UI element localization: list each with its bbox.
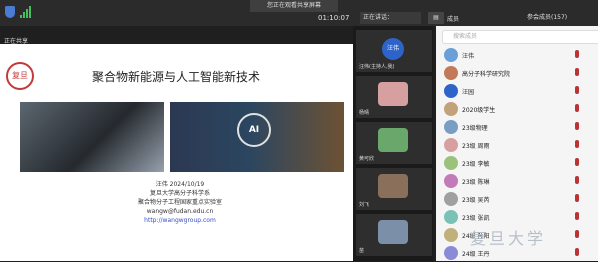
member-name: 23级 周雨 bbox=[462, 143, 490, 150]
avatar bbox=[444, 156, 458, 170]
tile-label: 刘飞 bbox=[359, 202, 370, 208]
list-item[interactable]: 高分子科学研究院 bbox=[436, 64, 598, 82]
list-item[interactable]: 2020级学生 bbox=[436, 100, 598, 118]
video-column: 汪伟 汪伟(主持人,我) 杨晴 黄可欣 刘飞 苗 bbox=[353, 26, 433, 261]
list-item[interactable]: 23级 陈琳 bbox=[436, 172, 598, 190]
share-banner: 您正在观看共享屏幕 bbox=[250, 0, 338, 12]
list-item[interactable]: 23级 周雨 bbox=[436, 136, 598, 154]
video-tile[interactable]: 汪伟 汪伟(主持人,我) bbox=[356, 30, 432, 72]
avatar bbox=[444, 84, 458, 98]
mic-muted-icon[interactable] bbox=[575, 230, 579, 238]
member-name: 汪伟 bbox=[462, 53, 475, 60]
member-name: 24级 王丹 bbox=[462, 251, 490, 258]
avatar bbox=[444, 120, 458, 134]
video-tile[interactable]: 苗 bbox=[356, 214, 432, 256]
mic-muted-icon[interactable] bbox=[575, 104, 579, 112]
list-item[interactable]: 汪园 bbox=[436, 82, 598, 100]
mic-muted-icon[interactable] bbox=[575, 68, 579, 76]
tile-label: 汪伟(主持人,我) bbox=[359, 64, 395, 70]
mic-muted-icon[interactable] bbox=[575, 158, 579, 166]
speaker-line: 汪伟 2024/10/19 bbox=[155, 181, 205, 188]
tile-label: 黄可欣 bbox=[359, 156, 375, 162]
video-tile[interactable]: 黄可欣 bbox=[356, 122, 432, 164]
video-thumbnail bbox=[378, 82, 408, 106]
car-image bbox=[20, 102, 164, 172]
video-tile[interactable]: 刘飞 bbox=[356, 168, 432, 210]
layout-button[interactable]: ▤ bbox=[428, 12, 444, 24]
slide-info: 汪伟 2024/10/19 复旦大学高分子科学系 聚合物分子工程国家重点实验室 … bbox=[80, 180, 280, 225]
slide-title: 聚合物新能源与人工智能新技术 bbox=[92, 70, 261, 84]
avatar bbox=[444, 102, 458, 116]
member-name: 2020级学生 bbox=[462, 107, 496, 114]
avatar bbox=[444, 48, 458, 62]
video-thumbnail bbox=[378, 128, 408, 152]
list-item[interactable]: 汪伟 bbox=[436, 46, 598, 64]
avatar bbox=[444, 138, 458, 152]
mic-muted-icon[interactable] bbox=[575, 212, 579, 220]
member-name: 23级物理 bbox=[462, 125, 488, 132]
mic-muted-icon[interactable] bbox=[575, 86, 579, 94]
mic-muted-icon[interactable] bbox=[575, 50, 579, 58]
member-name: 高分子科学研究院 bbox=[462, 71, 511, 78]
members-list-title: 参会成员(157) bbox=[527, 14, 568, 21]
url-line[interactable]: http://wangwgroup.com bbox=[80, 216, 280, 225]
avatar bbox=[444, 210, 458, 224]
members-tab[interactable]: 成员 bbox=[447, 14, 459, 23]
list-item[interactable]: 23级 吴芮 bbox=[436, 190, 598, 208]
university-logo: 复旦 bbox=[6, 62, 34, 90]
avatar bbox=[444, 228, 458, 242]
member-name: 23级 张凯 bbox=[462, 215, 490, 222]
mic-muted-icon[interactable] bbox=[575, 140, 579, 148]
top-bar: 您正在观看共享屏幕 01:10:07 正在讲话： ▤ 成员 参会成员(157) bbox=[0, 0, 598, 26]
shared-slide: 复旦 聚合物新能源与人工智能新技术 AI 汪伟 2024/10/19 复旦大学高… bbox=[0, 44, 353, 261]
member-search-input[interactable]: 搜索成员 bbox=[442, 30, 598, 44]
video-thumbnail bbox=[378, 220, 408, 244]
avatar bbox=[444, 246, 458, 260]
university-watermark: 复旦大学 bbox=[470, 229, 547, 248]
meeting-timer: 01:10:07 bbox=[318, 14, 350, 22]
tile-label: 杨晴 bbox=[359, 110, 370, 116]
member-name: 汪园 bbox=[462, 89, 475, 96]
avatar bbox=[444, 66, 458, 80]
mic-muted-icon[interactable] bbox=[575, 176, 579, 184]
avatar bbox=[444, 192, 458, 206]
speaker-indicator[interactable]: 正在讲话： bbox=[360, 12, 421, 24]
mic-muted-icon[interactable] bbox=[575, 122, 579, 130]
mic-muted-icon[interactable] bbox=[575, 248, 579, 256]
affiliation-line-1: 复旦大学高分子科学系 bbox=[149, 190, 210, 197]
signal-icon bbox=[20, 6, 31, 18]
avatar bbox=[444, 174, 458, 188]
video-thumbnail bbox=[378, 174, 408, 198]
member-name: 23级 李敏 bbox=[462, 161, 490, 168]
ai-image: AI bbox=[170, 102, 344, 172]
video-tile[interactable]: 杨晴 bbox=[356, 76, 432, 118]
avatar: 汪伟 bbox=[382, 38, 404, 60]
affiliation-line-2: 聚合物分子工程国家重点实验室 bbox=[137, 199, 222, 206]
list-item[interactable]: 23级物理 bbox=[436, 118, 598, 136]
mic-muted-icon[interactable] bbox=[575, 194, 579, 202]
shield-icon bbox=[5, 6, 15, 18]
member-name: 23级 吴芮 bbox=[462, 197, 490, 204]
list-item[interactable]: 23级 张凯 bbox=[436, 208, 598, 226]
list-item[interactable]: 23级 李敏 bbox=[436, 154, 598, 172]
tile-label: 苗 bbox=[359, 248, 365, 254]
ai-emblem: AI bbox=[237, 113, 271, 147]
member-name: 23级 陈琳 bbox=[462, 179, 490, 186]
email-line: wangw@fudan.edu.cn bbox=[146, 208, 214, 215]
